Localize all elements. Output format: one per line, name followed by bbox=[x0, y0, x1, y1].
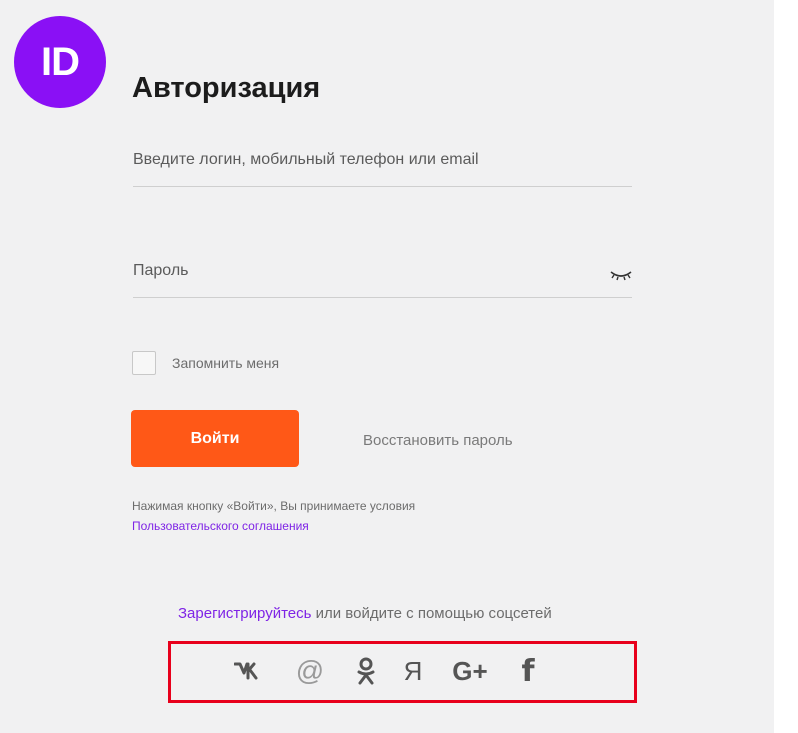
remember-label: Запомнить меня bbox=[172, 355, 280, 371]
login-input[interactable] bbox=[133, 136, 593, 184]
vk-icon[interactable] bbox=[233, 656, 265, 686]
password-field-wrapper bbox=[133, 247, 632, 298]
login-field-wrapper bbox=[133, 136, 632, 187]
user-agreement-link[interactable]: Пользовательского соглашения bbox=[132, 516, 415, 536]
facebook-icon[interactable]: f bbox=[516, 654, 540, 689]
id-logo: ID bbox=[14, 16, 106, 108]
login-button[interactable]: Войти bbox=[131, 410, 299, 467]
signup-text: или войдите с помощью соцсетей bbox=[311, 605, 552, 622]
register-link[interactable]: Зарегистрируйтесь bbox=[178, 605, 311, 622]
yandex-icon[interactable]: Я bbox=[399, 656, 427, 686]
mail-ru-icon[interactable]: @ bbox=[294, 655, 326, 686]
remember-checkbox[interactable] bbox=[132, 351, 156, 375]
auth-panel: ID Авторизация Запомнить меня Войти Восс… bbox=[0, 0, 774, 733]
terms-text: Нажимая кнопку «Войти», Вы принимаете ус… bbox=[132, 499, 416, 513]
odnoklassniki-icon[interactable] bbox=[352, 656, 380, 686]
page-title: Авторизация bbox=[132, 72, 321, 104]
social-login-box: @ Я G+ f bbox=[168, 641, 637, 703]
eye-closed-icon[interactable] bbox=[610, 268, 632, 281]
password-input[interactable] bbox=[133, 247, 593, 295]
google-plus-icon[interactable]: G+ bbox=[448, 656, 492, 686]
remember-me: Запомнить меня bbox=[132, 349, 279, 377]
logo-text: ID bbox=[41, 39, 80, 84]
terms-notice: Нажимая кнопку «Войти», Вы принимаете ус… bbox=[132, 496, 415, 536]
restore-password-link[interactable]: Восстановить пароль bbox=[363, 432, 513, 449]
signup-line: Зарегистрируйтесь или войдите с помощью … bbox=[178, 605, 552, 622]
